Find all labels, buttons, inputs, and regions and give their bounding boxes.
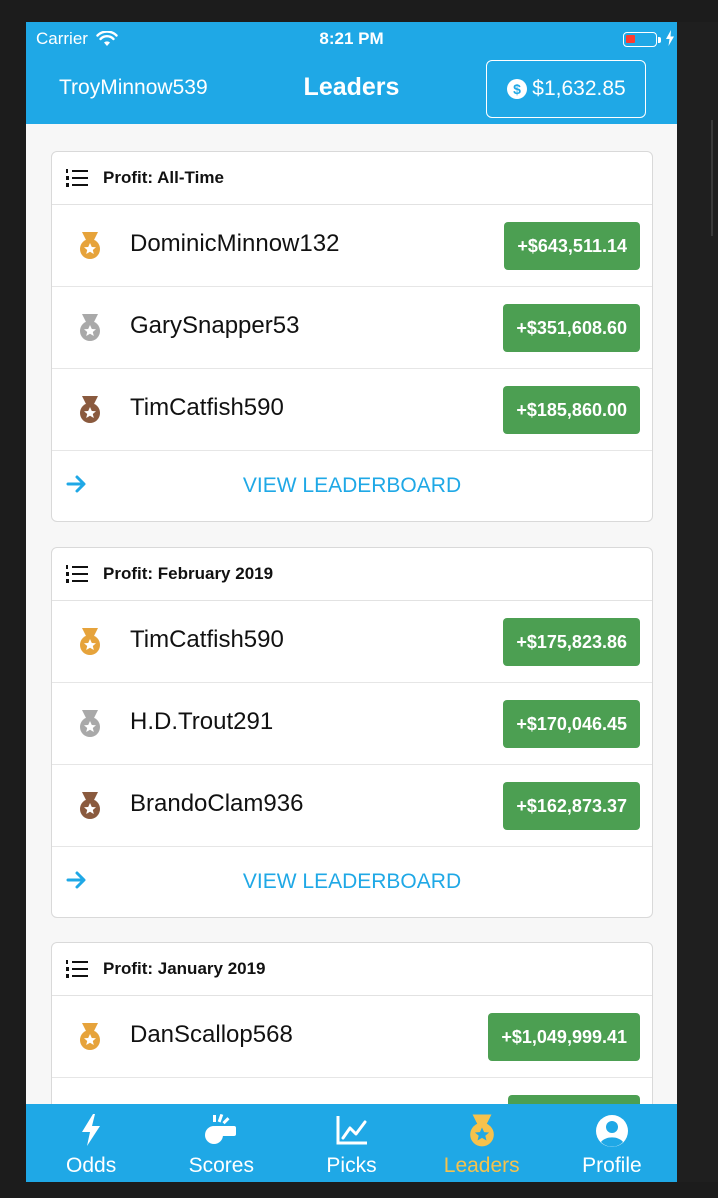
view-leaderboard-button[interactable]: VIEW LEADERBOARD — [52, 451, 652, 521]
leaderboard-row[interactable]: H.D.Trout291 +$170,046.45 — [52, 683, 652, 765]
leader-name: TimCatfish590 — [130, 394, 284, 421]
tab-leaders[interactable]: Leaders — [417, 1104, 547, 1182]
gold-medal-icon — [80, 232, 100, 259]
profit-badge: +$162,873.37 — [503, 782, 640, 830]
leader-name: BrandoClam936 — [130, 790, 304, 817]
profit-badge: +$175,823.86 — [503, 618, 640, 666]
tab-bar: Odds Scores Picks Leaders Profile — [26, 1104, 677, 1182]
leaderboard-row[interactable]: TimCatfish590 +$175,823.86 — [52, 601, 652, 683]
card-title: Profit: All-Time — [103, 168, 224, 187]
view-leaderboard-label: VIEW LEADERBOARD — [242, 474, 462, 497]
bronze-medal-icon — [80, 792, 100, 819]
tab-label: Odds — [66, 1154, 117, 1177]
leaderboard-row[interactable]: BrandoClam936 +$162,873.37 — [52, 765, 652, 847]
top-header: Carrier 8:21 PM TroyMinnow539 Leaders $ … — [26, 22, 677, 124]
leader-name: GarySnapper53 — [130, 312, 300, 339]
leaderboard-row[interactable]: DominicMinnow132 +$643,511.14 — [52, 205, 652, 287]
bronze-medal-icon — [80, 396, 100, 423]
gold-medal-icon — [80, 628, 100, 655]
window-edge — [677, 22, 718, 1182]
user-circle-icon — [595, 1115, 628, 1147]
tab-odds[interactable]: Odds — [26, 1104, 156, 1182]
svg-text:$: $ — [513, 81, 521, 97]
silver-medal-icon — [80, 314, 100, 341]
numbered-list-icon — [66, 169, 88, 187]
balance-amount: $1,632.85 — [532, 77, 626, 100]
leaderboard-card: Profit: All-Time DominicMinnow132 +$643,… — [51, 151, 653, 522]
tab-profile[interactable]: Profile — [547, 1104, 677, 1182]
balance-button[interactable]: $ $1,632.85 — [486, 60, 646, 118]
view-leaderboard-button[interactable]: VIEW LEADERBOARD — [52, 847, 652, 917]
leaderboard-row[interactable]: GarySnapper53 +$351,608.60 — [52, 287, 652, 369]
status-time: 8:21 PM — [319, 29, 384, 48]
leaderboard-row[interactable]: TimCatfish590 +$185,860.00 — [52, 369, 652, 451]
profit-badge: +$1,049,999.41 — [488, 1013, 640, 1061]
card-title: Profit: February 2019 — [103, 564, 274, 583]
dollar-coin-icon: $ — [507, 79, 528, 99]
leaderboard-row[interactable]: DanScallop568 +$1,049,999.41 — [52, 996, 652, 1078]
chart-line-icon — [336, 1116, 367, 1145]
numbered-list-icon — [66, 565, 88, 583]
tab-label: Leaders — [443, 1154, 520, 1177]
tab-label: Scores — [188, 1154, 254, 1177]
app-screen: Carrier 8:21 PM TroyMinnow539 Leaders $ … — [26, 22, 677, 1182]
bolt-icon — [82, 1114, 101, 1146]
tab-label: Profile — [582, 1154, 642, 1177]
tab-label: Picks — [326, 1154, 377, 1177]
card-header: Profit: January 2019 — [52, 943, 652, 996]
profit-badge: +$170,046.45 — [503, 700, 640, 748]
profit-badge: +$185,860.00 — [503, 386, 640, 434]
medal-icon — [469, 1114, 494, 1147]
card-title: Profit: January 2019 — [103, 959, 266, 978]
leaderboards-content[interactable]: Profit: All-Time DominicMinnow132 +$643,… — [26, 124, 677, 1144]
status-bar: Carrier 8:21 PM — [26, 22, 677, 58]
profit-badge: +$643,511.14 — [504, 222, 640, 270]
leader-name: DominicMinnow132 — [130, 230, 340, 257]
charging-bolt-icon — [666, 30, 674, 46]
view-leaderboard-label: VIEW LEADERBOARD — [242, 870, 462, 893]
gold-medal-icon — [80, 1023, 100, 1050]
card-header: Profit: February 2019 — [52, 548, 652, 601]
leader-name: DanScallop568 — [130, 1021, 293, 1048]
leader-name: TimCatfish590 — [130, 626, 284, 653]
silver-medal-icon — [80, 710, 100, 737]
whistle-icon — [205, 1114, 237, 1144]
battery-icon — [623, 32, 657, 47]
tab-scores[interactable]: Scores — [156, 1104, 286, 1182]
card-header: Profit: All-Time — [52, 152, 652, 205]
profit-badge: +$351,608.60 — [503, 304, 640, 352]
leaderboard-card: Profit: February 2019 TimCatfish590 +$17… — [51, 547, 653, 918]
tab-picks[interactable]: Picks — [286, 1104, 416, 1182]
numbered-list-icon — [66, 960, 88, 978]
leader-name: H.D.Trout291 — [130, 708, 274, 735]
